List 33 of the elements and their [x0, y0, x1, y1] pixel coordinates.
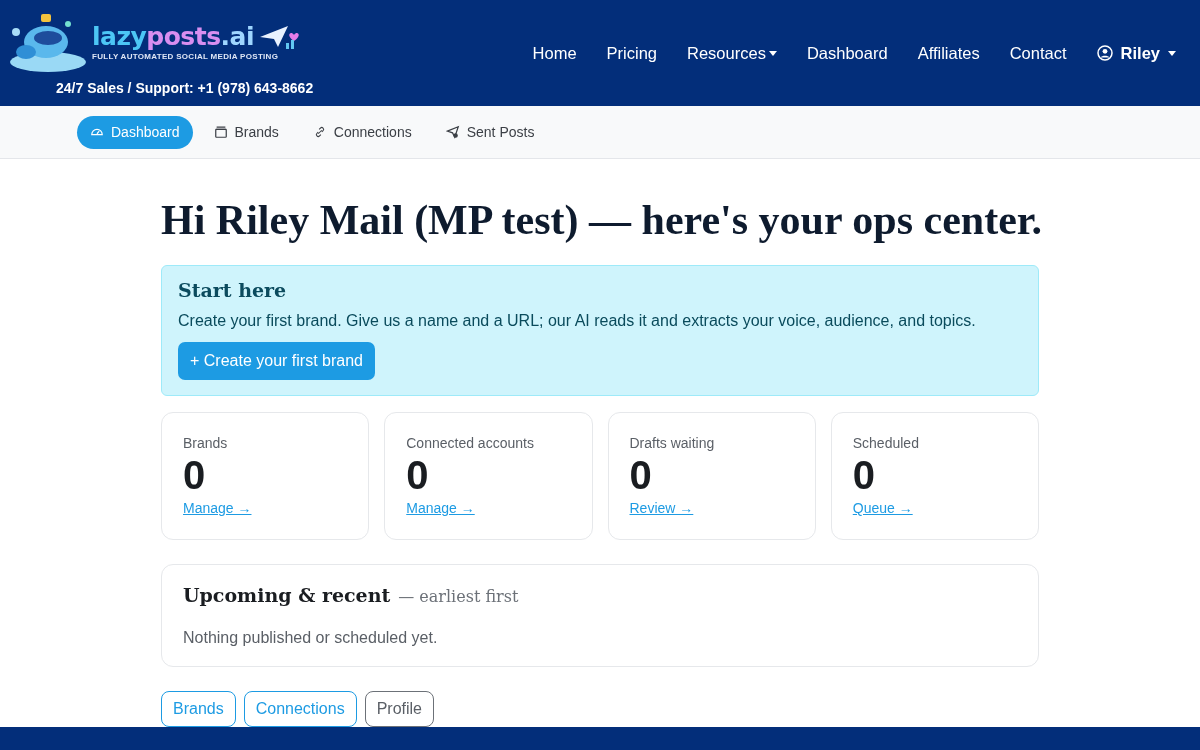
- caret-icon: [768, 50, 777, 56]
- sub-nav-tab[interactable]: Connections: [299, 115, 425, 149]
- nav-link[interactable]: Pricing: [606, 34, 657, 72]
- paper-plane-icon: [445, 125, 460, 139]
- nav-dropdown[interactable]: Resources: [687, 34, 777, 72]
- panel-title: Start here: [178, 279, 288, 303]
- stat-value: 0: [406, 454, 430, 497]
- page-heading: Hi Riley Mail (MP test) — here's your ops center.: [161, 196, 1039, 245]
- box-icon: [213, 125, 228, 139]
- logo-tagline: FULLY AUTOMATED SOCIAL MEDIA POSTING: [92, 50, 280, 63]
- caret-icon: [1168, 50, 1176, 56]
- logo-wordmark: lazyposts.ai: [92, 24, 255, 49]
- nav-link[interactable]: Contact: [1009, 34, 1067, 72]
- nav-link[interactable]: Affiliates: [917, 34, 980, 72]
- user-menu[interactable]: Riley: [1096, 34, 1176, 72]
- stat-value: 0: [629, 454, 653, 497]
- stat-label: Drafts waiting: [629, 434, 716, 454]
- user-icon: [1096, 45, 1113, 61]
- panel-subtitle: — earliest first: [398, 586, 519, 609]
- outline-button[interactable]: Profile: [364, 690, 434, 727]
- panel-title: Upcoming & recent: [183, 583, 391, 609]
- stat-label: Scheduled: [852, 434, 920, 454]
- nav-link[interactable]: Dashboard: [806, 34, 888, 72]
- stat-value: 0: [852, 454, 876, 497]
- support-phone: 24/7 Sales / Support: +1 (978) 643-8662: [56, 78, 314, 98]
- sub-nav-tab[interactable]: Sent Posts: [432, 115, 548, 149]
- panel-text: Create your first brand. Give us a name and a URL; our AI reads it and extracts your voice, audience, and topics.: [178, 311, 977, 332]
- empty-message: Nothing published or scheduled yet.: [183, 627, 439, 648]
- stat-label: Connected accounts: [406, 434, 535, 454]
- sub-nav-tab[interactable]: Brands: [200, 115, 292, 149]
- stat-label: Brands: [183, 434, 229, 454]
- stat-value: 0: [183, 454, 207, 497]
- nav-link[interactable]: Home: [532, 34, 577, 72]
